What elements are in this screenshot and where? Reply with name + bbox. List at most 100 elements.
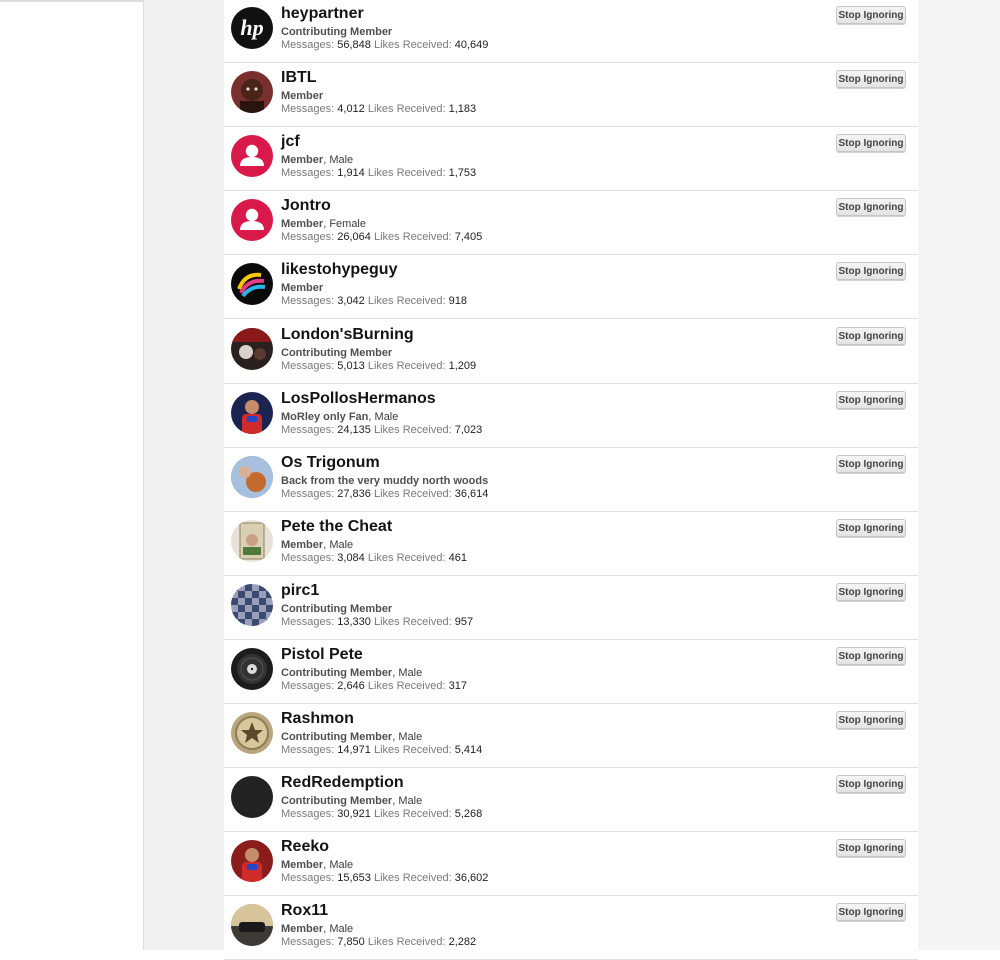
likes-count: 5,268 — [454, 808, 483, 820]
messages-count: 13,330 — [337, 616, 371, 628]
member-row: IBTL Member Messages: 4,012 Likes Received… — [224, 63, 918, 127]
member-title: Back from the very muddy north woods — [281, 475, 489, 487]
member-username[interactable]: Reeko — [281, 838, 329, 856]
messages-count: 30,921 — [337, 808, 371, 820]
messages-count: 15,653 — [337, 872, 371, 884]
member-gender: Male — [329, 154, 354, 166]
messages-count: 5,013 — [337, 360, 365, 372]
member-username[interactable]: Rashmon — [281, 710, 354, 728]
stop-ignoring-button[interactable]: Stop Ignoring — [836, 327, 906, 345]
stop-ignoring-button[interactable]: Stop Ignoring — [836, 6, 906, 24]
car-photo-icon[interactable] — [231, 904, 273, 946]
basketball-photo-icon[interactable] — [231, 456, 273, 498]
member-title-line: Member, Male — [281, 859, 354, 871]
member-title-line: Contributing Member, Male — [281, 731, 423, 743]
stop-ignoring-button[interactable]: Stop Ignoring — [836, 775, 906, 793]
member-title-line: Contributing Member — [281, 26, 392, 38]
blank-avatar-icon[interactable] — [231, 776, 273, 818]
default-user-icon[interactable] — [231, 199, 273, 241]
default-user-icon[interactable] — [231, 135, 273, 177]
messages-label: Messages: — [281, 744, 335, 756]
stop-ignoring-button[interactable]: Stop Ignoring — [836, 198, 906, 216]
member-stats: Messages: 24,135 Likes Received: 7,023 — [281, 424, 482, 436]
messages-label: Messages: — [281, 936, 335, 948]
member-row: Os Trigonum Back from the very muddy nort… — [224, 448, 918, 512]
member-username[interactable]: likestohypeguy — [281, 261, 397, 279]
member-title: Member — [281, 90, 324, 102]
stop-ignoring-button[interactable]: Stop Ignoring — [836, 711, 906, 729]
member-username[interactable]: heypartner — [281, 5, 364, 23]
stop-ignoring-button[interactable]: Stop Ignoring — [836, 455, 906, 473]
member-title: Member — [281, 282, 324, 294]
likes-label: Likes Received: — [373, 872, 452, 884]
messages-label: Messages: — [281, 872, 335, 884]
member-username[interactable]: Jontro — [281, 197, 331, 215]
member-username[interactable]: Pistol Pete — [281, 646, 363, 664]
member-title: MoRley only Fan — [281, 411, 369, 423]
likes-label: Likes Received: — [373, 744, 452, 756]
member-stats: Messages: 56,848 Likes Received: 40,649 — [281, 39, 488, 51]
likes-count: 918 — [448, 295, 467, 307]
band-photo-icon[interactable] — [231, 328, 273, 370]
likes-count: 40,649 — [454, 39, 489, 51]
stop-ignoring-button[interactable]: Stop Ignoring — [836, 647, 906, 665]
stop-ignoring-button[interactable]: Stop Ignoring — [836, 903, 906, 921]
member-username[interactable]: Pete the Cheat — [281, 518, 392, 536]
messages-count: 14,971 — [337, 744, 371, 756]
stop-ignoring-button[interactable]: Stop Ignoring — [836, 70, 906, 88]
messages-count: 26,064 — [337, 231, 371, 243]
member-row: LosPollosHermanos MoRley only Fan, Male Me… — [224, 384, 918, 448]
likes-count: 957 — [454, 616, 474, 628]
stop-ignoring-button[interactable]: Stop Ignoring — [836, 134, 906, 152]
member-username[interactable]: Os Trigonum — [281, 454, 380, 472]
player-photo-icon[interactable] — [231, 392, 273, 434]
member-stats: Messages: 4,012 Likes Received: 1,183 — [281, 103, 476, 115]
rainbow-swirl-icon[interactable] — [231, 263, 273, 305]
face-photo-icon[interactable] — [231, 71, 273, 113]
member-stats: Messages: 3,042 Likes Received: 918 — [281, 295, 467, 307]
member-username[interactable]: LosPollosHermanos — [281, 390, 436, 408]
member-row: London'sBurning Contributing Member Messag… — [224, 320, 918, 384]
member-title: Contributing Member — [281, 603, 393, 615]
member-title: Member — [281, 539, 324, 551]
messages-count: 27,836 — [337, 488, 371, 500]
member-title-line: Member, Male — [281, 154, 354, 166]
likes-label: Likes Received: — [373, 424, 452, 436]
ignored-members-list: hp heypartner Contributing Member Messages:… — [224, 0, 918, 960]
member-row: Jontro Member, Female Messages: 26,064 Lik… — [224, 191, 918, 255]
member-username[interactable]: IBTL — [281, 69, 317, 87]
stop-ignoring-button[interactable]: Stop Ignoring — [836, 391, 906, 409]
messages-label: Messages: — [281, 231, 335, 243]
member-username[interactable]: Rox11 — [281, 902, 328, 920]
stop-ignoring-button[interactable]: Stop Ignoring — [836, 262, 906, 280]
likes-count: 1,753 — [448, 167, 477, 179]
member-stats: Messages: 15,653 Likes Received: 36,602 — [281, 872, 488, 884]
stop-ignoring-button[interactable]: Stop Ignoring — [836, 519, 906, 537]
chessboard-icon[interactable] — [231, 584, 273, 626]
member-title: Contributing Member — [281, 795, 393, 807]
member-title: Member — [281, 218, 324, 230]
member-stats: Messages: 1,914 Likes Received: 1,753 — [281, 167, 476, 179]
member-gender: Male — [374, 411, 399, 423]
member-title: Contributing Member — [281, 347, 393, 359]
member-username[interactable]: pirc1 — [281, 582, 319, 600]
player-photo-icon[interactable] — [231, 840, 273, 882]
messages-count: 3,084 — [337, 552, 365, 564]
trading-card-icon[interactable] — [231, 520, 273, 562]
messages-label: Messages: — [281, 488, 335, 500]
stop-ignoring-button[interactable]: Stop Ignoring — [836, 839, 906, 857]
member-username[interactable]: London'sBurning — [281, 326, 414, 344]
hp-logo-icon[interactable]: hp — [231, 7, 273, 49]
vinyl-record-icon[interactable] — [231, 648, 273, 690]
member-username[interactable]: jcf — [281, 133, 300, 151]
member-row: Pete the Cheat Member, Male Messages: 3,08… — [224, 512, 918, 576]
star-badge-icon[interactable] — [231, 712, 273, 754]
likes-label: Likes Received: — [373, 39, 452, 51]
member-row: RedRedemption Contributing Member, Male Me… — [224, 768, 918, 832]
member-title-line: Member, Male — [281, 539, 354, 551]
likes-count: 36,614 — [454, 488, 489, 500]
member-username[interactable]: RedRedemption — [281, 774, 404, 792]
likes-label: Likes Received: — [367, 167, 446, 179]
stop-ignoring-button[interactable]: Stop Ignoring — [836, 583, 906, 601]
messages-label: Messages: — [281, 552, 335, 564]
